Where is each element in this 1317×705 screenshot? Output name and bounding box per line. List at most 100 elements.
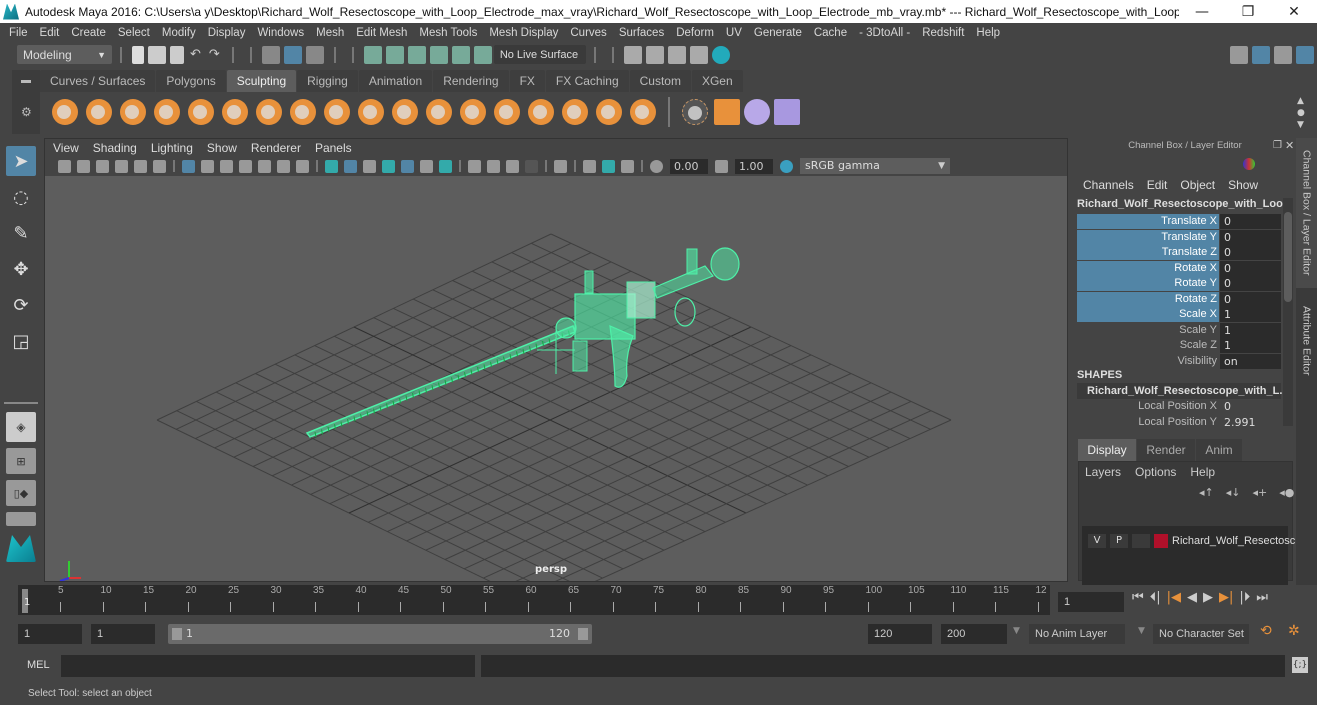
range-slider[interactable]: 1 120 bbox=[168, 624, 592, 644]
safe-title-icon[interactable] bbox=[296, 159, 309, 173]
repeat-tool-icon[interactable] bbox=[324, 99, 350, 125]
shelf-scroll[interactable]: ▲ ● ▼ bbox=[1297, 95, 1305, 131]
pinch-tool-icon[interactable] bbox=[188, 99, 214, 125]
shelf-tab-sculpting[interactable]: Sculpting bbox=[226, 70, 297, 92]
resolution-gate-icon[interactable] bbox=[220, 159, 233, 173]
bookmark-icon[interactable] bbox=[96, 159, 109, 173]
command-input[interactable] bbox=[61, 655, 475, 677]
hypershade-icon[interactable] bbox=[711, 45, 730, 64]
lasso-tool-icon[interactable]: ◌ bbox=[6, 182, 36, 212]
menu-mesh-tools[interactable]: Mesh Tools bbox=[414, 27, 484, 39]
close-panel-icon[interactable]: ✕ bbox=[1285, 139, 1294, 152]
channel-row-scale-z[interactable]: Scale Z1 bbox=[1077, 338, 1281, 353]
animation-end-field[interactable]: 200 bbox=[941, 624, 1007, 644]
channel-row-visibility[interactable]: Visibility on bbox=[1077, 353, 1281, 369]
menu-modify[interactable]: Modify bbox=[157, 27, 203, 39]
animation-preferences-icon[interactable]: ✲ bbox=[1288, 623, 1300, 639]
xray-active-icon[interactable] bbox=[602, 159, 615, 173]
render-view-icon[interactable] bbox=[623, 45, 642, 64]
film-gate-icon[interactable] bbox=[201, 159, 214, 173]
xray-icon[interactable] bbox=[401, 159, 414, 173]
selected-object-name[interactable]: Richard_Wolf_Resectoscope_with_Loo... bbox=[1077, 198, 1292, 210]
make-live-icon[interactable] bbox=[473, 45, 492, 64]
channel-value[interactable]: 0 bbox=[1220, 291, 1281, 307]
channel-row-rotate-z[interactable]: Rotate Z0 bbox=[1077, 291, 1281, 307]
anim-layer-dropdown[interactable]: No Anim Layer bbox=[1029, 624, 1125, 644]
paint-select-tool-icon[interactable]: ✎ bbox=[6, 218, 36, 248]
menu-edit[interactable]: Edit bbox=[35, 27, 67, 39]
viewport-menu-panels[interactable]: Panels bbox=[315, 141, 352, 155]
flatten-tool-icon[interactable] bbox=[222, 99, 248, 125]
shelf-tab-fx[interactable]: FX bbox=[509, 70, 545, 92]
wireframe-on-shaded-icon[interactable] bbox=[382, 159, 395, 173]
select-tool-icon[interactable]: ➤ bbox=[6, 146, 36, 176]
channel-label[interactable]: Rotate Z bbox=[1077, 291, 1219, 307]
channel-value[interactable]: 0 bbox=[1220, 214, 1281, 229]
anti-aliasing-icon[interactable] bbox=[506, 159, 519, 173]
layer-tab-display[interactable]: Display bbox=[1078, 439, 1136, 461]
close-button[interactable]: ✕ bbox=[1271, 4, 1317, 20]
modeling-toolkit-icon[interactable] bbox=[1230, 45, 1248, 64]
shape-node-name[interactable]: Richard_Wolf_Resectoscope_with_L... bbox=[1077, 383, 1289, 399]
knife-tool-icon[interactable] bbox=[494, 99, 520, 125]
smooth-shade-icon[interactable] bbox=[344, 159, 357, 173]
shelf-tab-rigging[interactable]: Rigging bbox=[297, 70, 358, 92]
snap-grid-icon[interactable] bbox=[363, 45, 382, 64]
menu-windows[interactable]: Windows bbox=[252, 27, 311, 39]
freeze-tool-icon[interactable] bbox=[630, 99, 656, 125]
channel-value[interactable]: 1 bbox=[1220, 338, 1281, 353]
channel-row-scale-x[interactable]: Scale X1 bbox=[1077, 307, 1281, 322]
layer-row[interactable]: V P Richard_Wolf_Resectosc bbox=[1088, 534, 1295, 548]
menu-curves[interactable]: Curves bbox=[565, 27, 613, 39]
rotate-tool-icon[interactable]: ⟳ bbox=[6, 290, 36, 320]
animation-start-field[interactable]: 1 bbox=[18, 624, 82, 644]
tab-channel-box-layer-editor[interactable]: Channel Box / Layer Editor bbox=[1296, 138, 1317, 288]
2d-pan-zoom-icon[interactable] bbox=[134, 159, 147, 173]
screen-space-ao-icon[interactable] bbox=[468, 159, 481, 173]
menu-mesh[interactable]: Mesh bbox=[311, 27, 351, 39]
channel-row-translate-z[interactable]: Translate Z0 bbox=[1077, 245, 1281, 260]
channel-label[interactable]: Scale Z bbox=[1077, 338, 1219, 353]
channel-value[interactable]: 1 bbox=[1220, 307, 1281, 322]
go-to-start-icon[interactable]: ⏮ bbox=[1132, 590, 1144, 605]
foamy-tool-icon[interactable] bbox=[256, 99, 282, 125]
channel-box-toggle-icon[interactable] bbox=[1296, 45, 1314, 64]
grid-toggle-icon[interactable] bbox=[182, 159, 195, 173]
menu-mesh-display[interactable]: Mesh Display bbox=[484, 27, 565, 39]
open-scene-icon[interactable] bbox=[148, 45, 166, 64]
menu-file[interactable]: File bbox=[4, 27, 35, 39]
tool-settings-toggle-icon[interactable] bbox=[1274, 45, 1292, 64]
amplify-tool-icon[interactable] bbox=[596, 99, 622, 125]
shelf-tab-polygons[interactable]: Polygons bbox=[156, 70, 226, 92]
channel-value[interactable]: 1 bbox=[1220, 322, 1281, 338]
gamma-field[interactable]: 1.00 bbox=[735, 158, 773, 174]
view-transform-dropdown[interactable]: sRGB gamma bbox=[800, 158, 950, 174]
select-by-component-icon[interactable] bbox=[305, 45, 324, 64]
field-chart-icon[interactable] bbox=[258, 159, 271, 173]
motion-blur-icon[interactable] bbox=[487, 159, 500, 173]
cb-menu-edit[interactable]: Edit bbox=[1147, 178, 1168, 192]
minimize-button[interactable]: — bbox=[1179, 4, 1225, 20]
undo-icon[interactable]: ↶ bbox=[190, 47, 201, 62]
play-forwards-icon[interactable]: ▶ bbox=[1203, 590, 1213, 605]
channel-label[interactable]: Scale Y bbox=[1077, 323, 1219, 338]
channel-label[interactable]: Translate Y bbox=[1077, 229, 1219, 245]
relax-tool-icon[interactable] bbox=[120, 99, 146, 125]
channel-row-rotate-x[interactable]: Rotate X0 bbox=[1077, 260, 1281, 276]
layer-display-type-toggle[interactable] bbox=[1132, 534, 1150, 548]
grease-pencil-icon[interactable] bbox=[153, 159, 166, 173]
range-start-handle[interactable] bbox=[172, 628, 182, 640]
channel-value[interactable]: on bbox=[1220, 353, 1281, 369]
shelf-tab-xgen[interactable]: XGen bbox=[691, 70, 743, 92]
move-layer-up-icon[interactable]: ◂↑ bbox=[1199, 486, 1214, 499]
new-scene-icon[interactable] bbox=[132, 45, 144, 64]
channel-row-local-position-y[interactable]: Local Position Y 2.991 bbox=[1077, 415, 1281, 430]
channel-value[interactable]: 0 bbox=[1220, 229, 1281, 245]
scrollbar-thumb[interactable] bbox=[1284, 212, 1292, 302]
step-forward-key-icon[interactable]: ▶| bbox=[1219, 590, 1233, 605]
camera-icon[interactable] bbox=[58, 159, 71, 173]
script-editor-icon[interactable]: {;} bbox=[1292, 657, 1308, 673]
use-default-material-icon[interactable] bbox=[363, 159, 376, 173]
channel-label[interactable]: Translate X bbox=[1077, 214, 1219, 229]
snap-curve-icon[interactable] bbox=[385, 45, 404, 64]
